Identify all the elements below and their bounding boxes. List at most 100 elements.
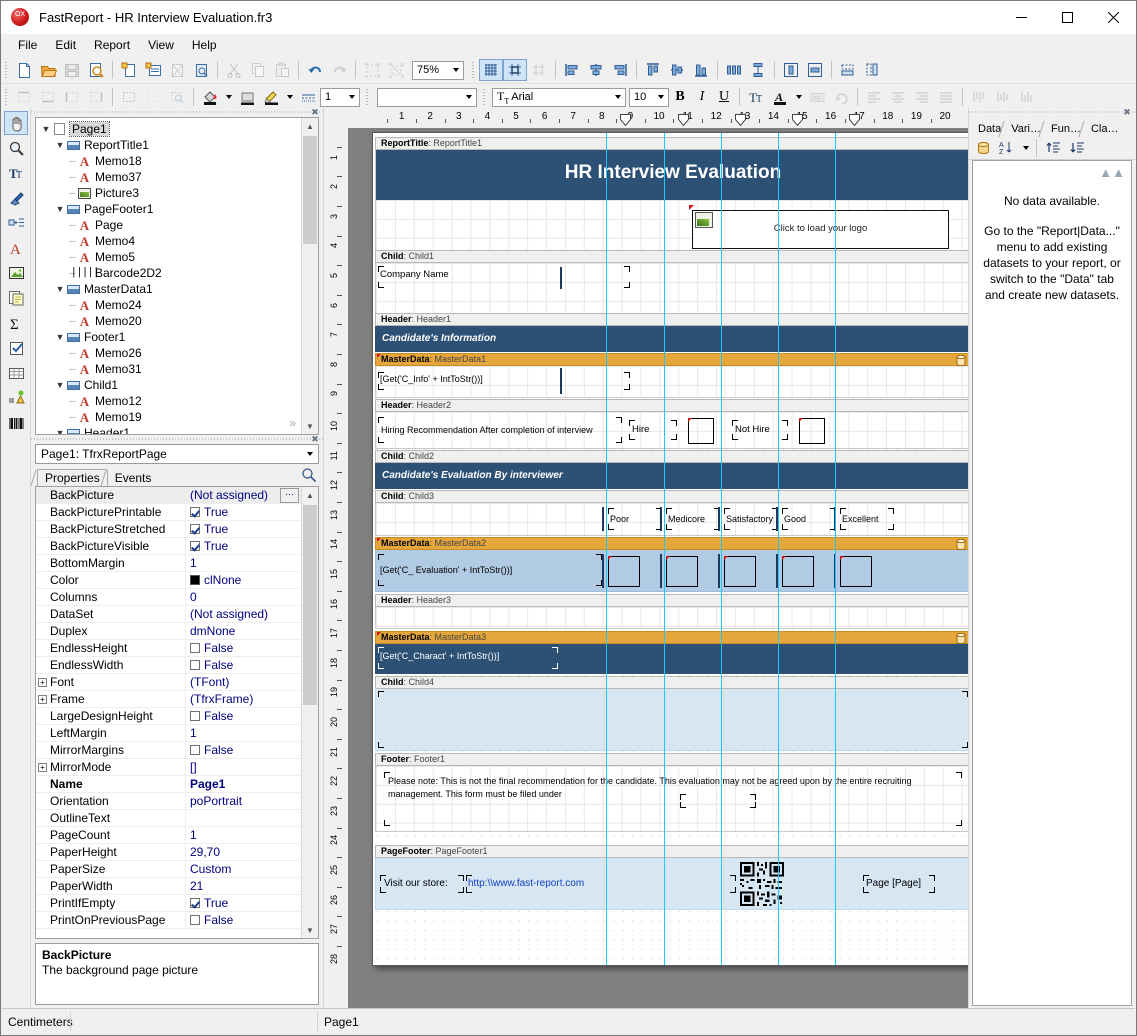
property-value[interactable]: True xyxy=(186,539,301,553)
chevron-down-icon[interactable]: ▼ xyxy=(40,121,52,137)
preview-button[interactable] xyxy=(84,59,108,81)
info-expression-memo[interactable]: [Get('C_Info' + IntToStr())] xyxy=(378,372,630,390)
undo-button[interactable] xyxy=(303,59,327,81)
property-row[interactable]: PaperWidth21 xyxy=(36,878,301,895)
picture-icon[interactable] xyxy=(4,261,28,285)
line-width-combo[interactable]: 1 xyxy=(320,88,360,107)
property-editor-button[interactable]: ⋯ xyxy=(280,488,299,503)
tree-node[interactable]: ─AMemo37 xyxy=(40,169,301,185)
page-settings-button[interactable] xyxy=(189,59,213,81)
scroll-down-icon[interactable]: ▼ xyxy=(302,418,318,434)
store-url-memo[interactable]: http:\\www.fast-report.com xyxy=(466,875,736,893)
guide-marker[interactable] xyxy=(849,114,860,126)
minimize-button[interactable] xyxy=(998,1,1044,33)
toolbar-grip[interactable] xyxy=(470,60,477,80)
band-body[interactable]: Hiring Recommendation After completion o… xyxy=(375,412,968,449)
align-text-center-button[interactable] xyxy=(886,86,910,108)
tree-node[interactable]: ▼MasterData1 xyxy=(40,281,301,297)
property-value[interactable]: Page1 xyxy=(186,777,301,791)
report-band[interactable]: MasterData: MasterData2 [Get('C_ Evaluati… xyxy=(375,537,968,592)
property-value[interactable]: 0 xyxy=(186,590,301,604)
filed-under-field[interactable] xyxy=(680,794,756,808)
close-icon[interactable]: ✖ xyxy=(309,434,321,445)
chevron-down-icon[interactable]: ▼ xyxy=(54,425,66,434)
tree-node[interactable]: ─AMemo24 xyxy=(40,297,301,313)
hire-checkbox[interactable] xyxy=(688,418,714,444)
zoom-combo[interactable]: 75% xyxy=(412,61,464,80)
report-band[interactable]: Child: Child3PoorMedicoreSatisfactoryGoo… xyxy=(375,490,968,536)
chevron-down-icon[interactable] xyxy=(344,89,359,106)
space-vertical-button[interactable] xyxy=(746,59,770,81)
property-row[interactable]: EndlessWidthFalse xyxy=(36,657,301,674)
band-header[interactable]: Header: Header1 xyxy=(375,313,968,326)
tree-node[interactable]: ─AMemo19 xyxy=(40,409,301,425)
toolbar-grip[interactable] xyxy=(364,87,371,107)
report-band[interactable]: Footer: Footer1Please note: This is not … xyxy=(375,753,968,832)
band-body[interactable]: [Get('C_Charact' + IntToStr())] xyxy=(375,644,968,674)
tree-node[interactable]: ─AMemo20 xyxy=(40,313,301,329)
evaluation-expression-memo[interactable]: [Get('C_ Evaluation' + IntToStr())] xyxy=(378,554,602,586)
property-name[interactable]: +Font xyxy=(36,674,186,690)
property-value[interactable]: False xyxy=(186,913,301,927)
band-header[interactable]: Child: Child4 xyxy=(375,676,968,689)
not-hire-label-memo[interactable]: Not Hire xyxy=(732,420,788,440)
frame-right-button[interactable] xyxy=(84,86,108,108)
property-grid[interactable]: BackPicture(Not assigned)⋯BackPicturePri… xyxy=(35,486,319,939)
align-left-button[interactable] xyxy=(560,59,584,81)
charact-expression-memo[interactable]: [Get('C_Charact' + IntToStr())] xyxy=(378,647,558,669)
property-row[interactable]: BackPicture(Not assigned)⋯ xyxy=(36,487,301,504)
dataset-icon[interactable] xyxy=(956,539,966,550)
maximize-button[interactable] xyxy=(1044,1,1090,33)
property-name[interactable]: Duplex xyxy=(36,623,186,639)
checkbox-checked-icon[interactable] xyxy=(190,898,200,908)
property-value[interactable]: (Not assigned) xyxy=(186,607,301,621)
property-value[interactable]: [] xyxy=(186,760,301,774)
fill-color-dropdown[interactable] xyxy=(222,86,235,108)
band-header[interactable]: Child: Child2 xyxy=(375,450,968,463)
open-report-button[interactable] xyxy=(36,59,60,81)
checkbox-unchecked-icon[interactable] xyxy=(190,915,200,925)
property-scroll-thumb[interactable] xyxy=(303,505,317,705)
font-color-dropdown[interactable] xyxy=(792,86,805,108)
tab-properties[interactable]: Properties xyxy=(37,469,107,486)
rating-label-memo[interactable]: Satisfactory xyxy=(724,508,778,530)
group-button[interactable] xyxy=(360,59,384,81)
tree-scroll-thumb[interactable] xyxy=(303,136,317,244)
property-name[interactable]: BottomMargin xyxy=(36,555,186,571)
property-row[interactable]: DuplexdmNone xyxy=(36,623,301,640)
chevron-down-icon[interactable] xyxy=(1019,137,1032,159)
tree-node[interactable]: ▼Child1 xyxy=(40,377,301,393)
property-name[interactable]: +Frame xyxy=(36,691,186,707)
property-name[interactable]: PrintOnPreviousPage xyxy=(36,912,186,928)
footer-note-memo[interactable]: Please note: This is not the final recom… xyxy=(384,772,962,826)
property-scrollbar[interactable]: ▲ ▼ xyxy=(301,487,318,938)
database-icon[interactable] xyxy=(971,137,995,159)
band-body[interactable]: Visit our store:http:\\www.fast-report.c… xyxy=(375,858,968,910)
vertical-guide[interactable] xyxy=(721,133,722,965)
property-rows[interactable]: BackPicture(Not assigned)⋯BackPicturePri… xyxy=(36,487,301,938)
property-row[interactable]: +Font(TFont) xyxy=(36,674,301,691)
band-header[interactable]: Child: Child1 xyxy=(375,250,968,263)
property-name[interactable]: EndlessWidth xyxy=(36,657,186,673)
tree-node[interactable]: ─APage xyxy=(40,217,301,233)
space-horizontal-button[interactable] xyxy=(722,59,746,81)
hiring-recommendation-memo[interactable]: Hiring Recommendation After completion o… xyxy=(378,417,622,443)
report-band[interactable]: ReportTitle: ReportTitle1HR Interview Ev… xyxy=(375,137,968,258)
rotate-text-button[interactable] xyxy=(829,86,853,108)
property-row[interactable]: DataSet(Not assigned) xyxy=(36,606,301,623)
italic-button[interactable]: I xyxy=(691,87,713,108)
menu-edit[interactable]: Edit xyxy=(46,36,85,54)
property-row[interactable]: BottomMargin1 xyxy=(36,555,301,572)
title-banner[interactable]: HR Interview Evaluation xyxy=(376,150,968,200)
paintbrush-icon[interactable] xyxy=(4,186,28,210)
property-name[interactable]: PaperSize xyxy=(36,861,186,877)
property-name[interactable]: PageCount xyxy=(36,827,186,843)
tree-node[interactable]: ▼Header1 xyxy=(40,425,301,434)
frame-color-button[interactable] xyxy=(235,86,259,108)
property-row[interactable]: BackPictureVisibleTrue xyxy=(36,538,301,555)
property-row[interactable]: BackPicturePrintableTrue xyxy=(36,504,301,521)
subreport-icon[interactable] xyxy=(4,286,28,310)
page-number-memo[interactable]: Page [Page] xyxy=(863,875,935,893)
band-header[interactable]: MasterData: MasterData2 xyxy=(375,537,968,550)
same-height-button[interactable] xyxy=(860,59,884,81)
